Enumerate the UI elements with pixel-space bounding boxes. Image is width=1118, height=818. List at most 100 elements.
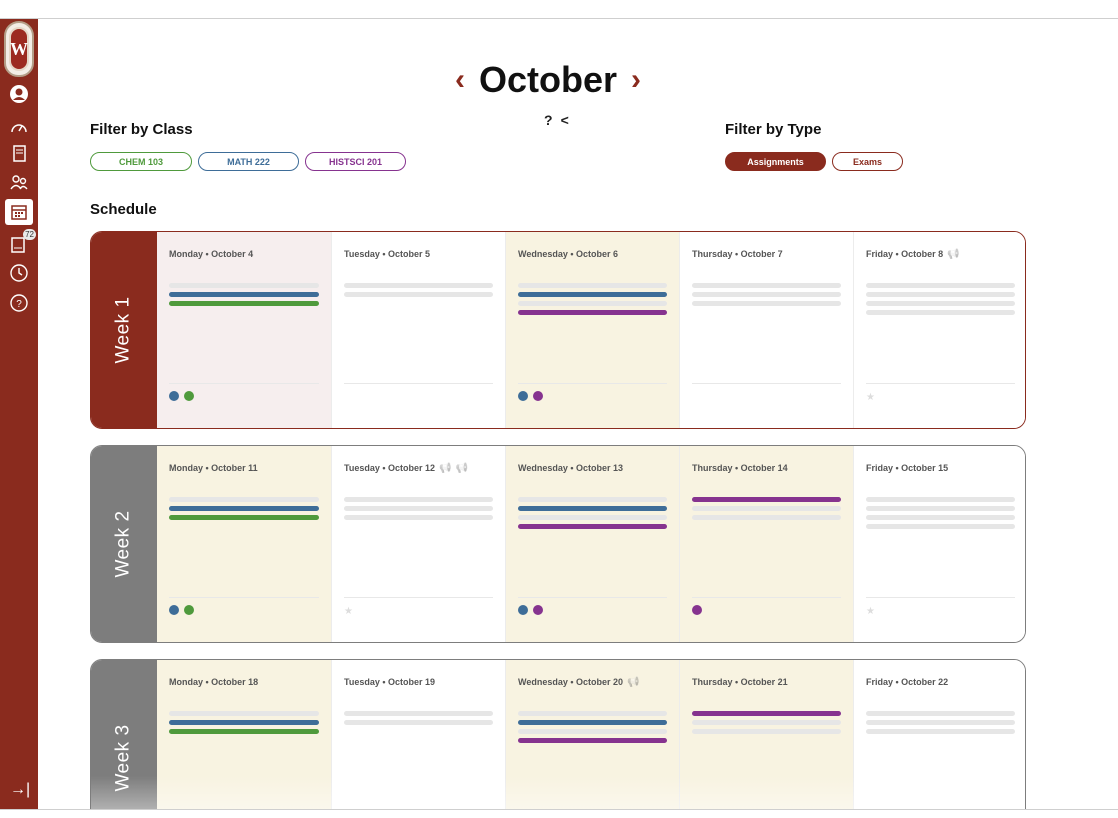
previous-month-button[interactable]: ‹ [455,65,465,95]
star-icon[interactable]: ★ [866,606,875,617]
day-header: Monday • October 18 [169,676,319,688]
day-cell[interactable]: Monday • October 4 [157,232,331,428]
assignment-bar-math[interactable] [169,720,319,725]
day-date: Monday • October 18 [169,677,259,687]
week-label-text: Week 2 [113,510,135,578]
placeholder-bar [866,497,1015,502]
day-cell[interactable]: Tuesday • October 19 [331,660,505,809]
class-dot-math [169,605,179,615]
class-filter-chem[interactable]: CHEM 103 [90,152,192,171]
day-cell[interactable]: Tuesday • October 5 [331,232,505,428]
day-header: Tuesday • October 5 [344,248,493,260]
assignment-bar-histsci[interactable] [518,738,667,743]
assignment-bars [169,711,319,738]
avatar-icon[interactable] [8,83,30,105]
assignment-bar-histsci[interactable] [692,711,841,716]
day-date: Thursday • October 7 [692,249,783,259]
inbox-badge: 72 [23,229,36,240]
calendar-icon[interactable] [5,199,33,225]
placeholder-bar [866,524,1015,529]
day-header: Friday • October 8 📢 [866,248,1015,260]
announcement-icon[interactable]: 📢 [455,463,467,474]
day-cell[interactable]: Wednesday • October 13 [505,446,679,642]
class-filter-math[interactable]: MATH 222 [198,152,299,171]
next-month-button[interactable]: › [631,65,641,95]
people-icon[interactable] [8,171,30,193]
book-icon[interactable] [8,143,30,165]
placeholder-bar [344,506,493,511]
placeholder-bar [344,497,493,502]
clock-icon[interactable] [8,262,30,284]
assignment-bar-math[interactable] [169,292,319,297]
assignment-bar-histsci[interactable] [518,524,667,529]
assignment-bars [344,711,493,729]
assignment-bar-histsci[interactable] [692,497,841,502]
day-header: Tuesday • October 19 [344,676,493,688]
star-icon[interactable]: ★ [866,392,875,403]
university-logo[interactable]: W [4,21,34,77]
week-card[interactable]: Week 3 Monday • October 18 Tuesday • Octob… [90,659,1026,809]
assignment-bar-math[interactable] [169,506,319,511]
assignment-bar-math[interactable] [518,720,667,725]
collapse-sidebar-icon[interactable]: →| [10,781,30,799]
day-cell[interactable]: Monday • October 18 [157,660,331,809]
announcement-icon[interactable]: 📢 [947,249,959,260]
day-cell[interactable]: Wednesday • October 6 [505,232,679,428]
day-header: Thursday • October 7 [692,248,841,260]
placeholder-bar [344,720,493,725]
day-date: Thursday • October 21 [692,677,788,687]
day-cell[interactable]: Friday • October 8 📢 ★ [853,232,1025,428]
placeholder-bar [518,711,667,716]
star-icon[interactable]: ★ [344,606,353,617]
week-label: Week 1 [91,232,157,428]
assignment-bars [866,283,1015,319]
day-cell[interactable]: Wednesday • October 20 📢 [505,660,679,809]
class-dot-math [169,391,179,401]
day-cell[interactable]: Friday • October 22 [853,660,1025,809]
type-filter-assignments[interactable]: Assignments [725,152,826,171]
share-icon[interactable]: < [561,112,569,128]
day-divider [518,597,667,598]
day-cell[interactable]: Thursday • October 21 [679,660,853,809]
month-title: October [479,59,618,100]
help-icon[interactable]: ? [8,292,30,314]
inbox-icon[interactable]: 72 [8,229,36,255]
placeholder-bar [344,515,493,520]
assignment-bars [344,497,493,524]
day-cell[interactable]: Thursday • October 14 [679,446,853,642]
app-frame: W 72 ? →| ‹ October › ? < Filter by Clas… [0,18,1118,810]
day-cell[interactable]: Thursday • October 7 [679,232,853,428]
class-dot-chem [184,391,194,401]
assignment-bar-histsci[interactable] [518,310,667,315]
day-header: Wednesday • October 13 [518,462,667,474]
announcement-icon[interactable]: 📢 [439,463,451,474]
day-date: Monday • October 4 [169,249,254,259]
assignment-bar-math[interactable] [518,506,667,511]
assignment-bars [518,711,667,747]
day-date: Wednesday • October 13 [518,463,624,473]
placeholder-bar [866,720,1015,725]
week-card[interactable]: Week 2 Monday • October 11 Tuesday • Octob… [90,445,1026,643]
placeholder-bar [866,506,1015,511]
class-dots [518,391,543,401]
week-card[interactable]: Week 1 Monday • October 4 Tuesday • Octobe… [90,231,1026,429]
help-button[interactable]: ? [544,112,553,128]
class-filter-histsci[interactable]: HISTSCI 201 [305,152,406,171]
assignment-bars [692,283,841,310]
assignment-bar-chem[interactable] [169,729,319,734]
dashboard-icon[interactable] [8,117,30,139]
assignment-bar-chem[interactable] [169,515,319,520]
day-header: Thursday • October 14 [692,462,841,474]
day-cell[interactable]: Tuesday • October 12 📢 📢 ★ [331,446,505,642]
placeholder-bar [169,711,319,716]
class-dots [169,605,194,615]
day-divider [518,383,667,384]
day-cell[interactable]: Monday • October 11 [157,446,331,642]
filter-by-type-title: Filter by Type [725,121,822,138]
announcement-icon[interactable]: 📢 [627,677,639,688]
assignment-bar-chem[interactable] [169,301,319,306]
assignment-bar-math[interactable] [518,292,667,297]
day-cell[interactable]: Friday • October 15 ★ [853,446,1025,642]
day-header: Thursday • October 21 [692,676,841,688]
type-filter-exams[interactable]: Exams [832,152,903,171]
